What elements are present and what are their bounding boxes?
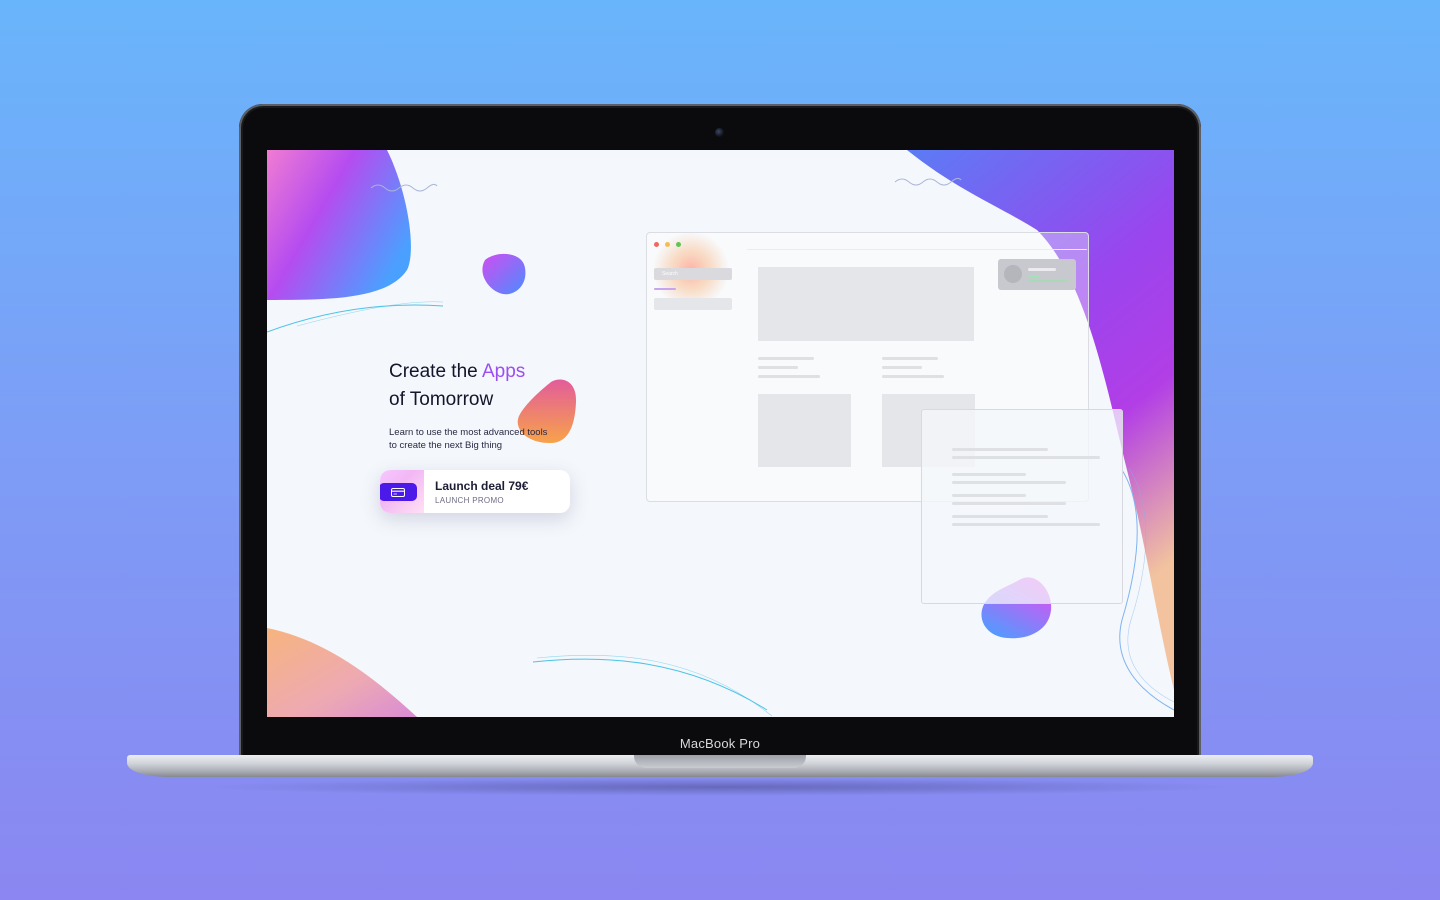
panel-text-line	[952, 494, 1026, 497]
landing-page-screen: Create the Apps of Tomorrow Learn to use…	[267, 150, 1174, 717]
panel-text-line	[952, 515, 1048, 518]
hero-title-part2: of Tomorrow	[389, 389, 494, 410]
mockup-nav-line	[654, 288, 676, 290]
mockup-sidebar-item	[654, 298, 732, 310]
mockup-text-line	[758, 366, 798, 369]
launch-deal-button[interactable]: Launch deal 79€ LAUNCH PROMO	[380, 470, 570, 513]
window-close-dot	[654, 242, 659, 247]
mockup-profile-status	[1028, 275, 1040, 277]
device-model-label: MacBook Pro	[679, 736, 761, 751]
window-zoom-dot	[676, 242, 681, 247]
webcam-icon	[715, 128, 724, 137]
mockup-text-line	[882, 357, 938, 360]
mockup-hero-placeholder	[758, 267, 974, 341]
laptop-opening-notch	[634, 755, 806, 768]
mockup-text-line	[758, 357, 814, 360]
mockup-text-panel	[921, 409, 1123, 604]
mockup-profile-progress	[1028, 280, 1068, 282]
panel-text-line	[952, 448, 1048, 451]
panel-text-line	[952, 456, 1100, 459]
mockup-card-placeholder	[758, 394, 851, 467]
mockup-search-bar: Search	[654, 268, 732, 280]
hero-title: Create the Apps of Tomorrow	[389, 358, 609, 414]
mockup-header-divider	[747, 249, 1087, 250]
window-minimize-dot	[665, 242, 670, 247]
promo-title: Launch deal 79€	[435, 479, 529, 493]
mockup-text-line	[882, 366, 922, 369]
panel-text-line	[952, 473, 1026, 476]
mockup-text-line	[882, 375, 944, 378]
mockup-profile-line	[1028, 268, 1056, 271]
panel-text-line	[952, 481, 1066, 484]
laptop-shadow	[200, 778, 1240, 796]
credit-card-icon	[380, 483, 417, 501]
mockup-profile-card	[998, 259, 1076, 290]
hero-description: Learn to use the most advanced tools to …	[389, 427, 548, 451]
avatar	[1004, 265, 1022, 283]
hero-title-accent: Apps	[481, 361, 526, 382]
promo-subtitle: LAUNCH PROMO	[435, 496, 504, 505]
panel-text-line	[952, 502, 1066, 505]
hero-title-part1: Create the	[389, 361, 482, 382]
mockup-text-line	[758, 375, 820, 378]
panel-text-line	[952, 523, 1100, 526]
